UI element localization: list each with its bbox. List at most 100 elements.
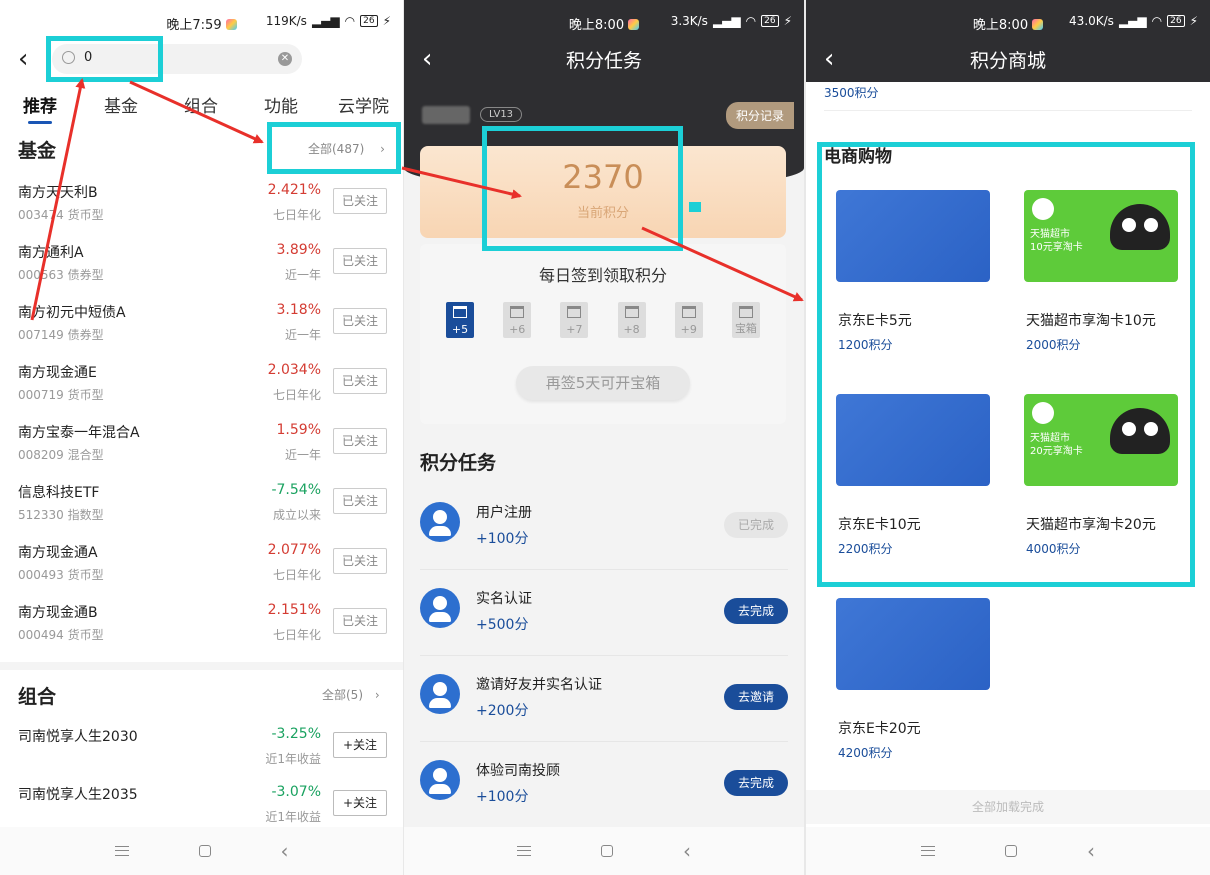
home-key-icon[interactable] <box>1005 845 1017 857</box>
sign-in-day: +5 <box>446 302 474 338</box>
nav-bar: ‹ 积分商城 <box>806 36 1210 82</box>
tab-features[interactable]: 功能 <box>264 92 298 117</box>
fund-return-period: 七日年化 <box>272 628 321 642</box>
tab-combos[interactable]: 组合 <box>184 92 218 117</box>
tab-indicator <box>28 121 52 124</box>
status-time: 晚上8:00 <box>568 18 625 33</box>
charging-icon: ⚡ <box>783 14 792 28</box>
tab-academy[interactable]: 云学院 <box>338 92 389 117</box>
wifi-icon: ◠ <box>745 14 757 28</box>
followed-button[interactable]: 已关注 <box>333 488 387 514</box>
followed-button[interactable]: 已关注 <box>333 548 387 574</box>
network-speed: 43.0K/s <box>1069 14 1114 28</box>
fund-return: 2.151% <box>267 602 321 618</box>
calendar-icon <box>453 306 467 318</box>
day-reward: +9 <box>680 323 697 336</box>
fund-row[interactable]: 南方宝泰一年混合A 008209 混合型 1.59% 近一年 已关注 <box>0 422 403 482</box>
day-reward: +8 <box>623 323 640 336</box>
wifi-icon: ◠ <box>344 14 356 28</box>
highlight-search-box <box>46 36 163 82</box>
fund-return: 1.59% <box>276 422 321 438</box>
user-task-icon <box>420 674 460 714</box>
fund-row[interactable]: 南方现金通B 000494 货币型 2.151% 七日年化 已关注 <box>0 602 403 662</box>
task-row: 用户注册 +100分 已完成 <box>420 484 788 570</box>
followed-button[interactable]: 已关注 <box>333 188 387 214</box>
fund-name: 南方宝泰一年混合A <box>18 425 140 441</box>
combo-name: 司南悦享人生2030 <box>18 729 138 745</box>
combo-name: 司南悦享人生2035 <box>18 787 138 803</box>
page-title: 积分商城 <box>969 50 1046 72</box>
gallery-icon <box>1032 19 1044 30</box>
clear-icon[interactable]: ✕ <box>278 52 292 66</box>
day-reward: +6 <box>509 323 526 336</box>
product-card[interactable]: 京东E卡20元 4200积分 <box>824 592 1004 792</box>
task-name: 邀请好友并实名认证 <box>476 677 602 693</box>
fund-return-period: 七日年化 <box>272 388 321 402</box>
sign-in-button[interactable]: 再签5天可开宝箱 <box>516 366 690 400</box>
fund-row[interactable]: 南方初元中短债A 007149 债券型 3.18% 近一年 已关注 <box>0 302 403 362</box>
back-key-icon[interactable]: ‹ <box>281 841 289 861</box>
menu-key-icon[interactable] <box>517 846 531 856</box>
fund-row[interactable]: 南方现金通E 000719 货币型 2.034% 七日年化 已关注 <box>0 362 403 422</box>
home-key-icon[interactable] <box>601 845 613 857</box>
fund-code: 000493 货币型 <box>18 568 104 582</box>
all-loaded-text: 全部加载完成 <box>806 790 1210 824</box>
user-task-icon <box>420 502 460 542</box>
task-name: 体验司南投顾 <box>476 763 560 779</box>
tab-recommend[interactable]: 推荐 <box>23 92 57 117</box>
fund-return: 2.077% <box>267 542 321 558</box>
task-action-button[interactable]: 去完成 <box>724 770 788 796</box>
followed-button[interactable]: 已关注 <box>333 368 387 394</box>
sign-in-card: 每日签到领取积分 +5 +6 +7 +8 +9 宝箱 再签5天可开宝箱 <box>420 244 786 424</box>
gallery-icon <box>225 19 237 30</box>
combo-return: -3.07% <box>271 784 321 800</box>
followed-button[interactable]: 已关注 <box>333 248 387 274</box>
fund-return: -7.54% <box>271 482 321 498</box>
fund-name: 南方现金通E <box>18 365 97 381</box>
highlight-marker <box>689 202 701 212</box>
fund-return-period: 近一年 <box>284 448 321 462</box>
username-blurred <box>422 106 470 124</box>
network-speed: 119K/s <box>265 14 307 28</box>
highlight-all-funds-box <box>267 122 401 174</box>
combo-return-period: 近1年收益 <box>265 810 321 824</box>
back-key-icon[interactable]: ‹ <box>683 841 691 861</box>
tab-funds[interactable]: 基金 <box>104 92 138 117</box>
product-name: 京东E卡20元 <box>838 721 921 737</box>
fund-row[interactable]: 信息科技ETF 512330 指数型 -7.54% 成立以来 已关注 <box>0 482 403 542</box>
fund-return-period: 近一年 <box>284 268 321 282</box>
fund-return: 2.421% <box>267 182 321 198</box>
combo-row[interactable]: 司南悦享人生2030 -3.25% 近1年收益 +关注 <box>0 726 403 786</box>
highlight-points-box <box>482 126 683 251</box>
menu-key-icon[interactable] <box>114 846 129 856</box>
task-row: 邀请好友并实名认证 +200分 去邀请 <box>420 656 788 742</box>
task-points: +200分 <box>476 703 529 719</box>
points-record-button[interactable]: 积分记录 <box>725 102 794 129</box>
fund-return: 2.034% <box>267 362 321 378</box>
day-reward: +5 <box>451 323 469 336</box>
sign-in-day: +9 <box>674 302 703 338</box>
home-key-icon[interactable] <box>198 845 211 857</box>
task-row: 体验司南投顾 +100分 去完成 <box>420 742 788 828</box>
battery-icon: 26 <box>1167 15 1185 27</box>
follow-button[interactable]: +关注 <box>333 732 387 758</box>
charging-icon: ⚡ <box>1189 14 1198 28</box>
followed-button[interactable]: 已关注 <box>333 428 387 454</box>
sign-in-day: +7 <box>560 302 589 338</box>
fund-row[interactable]: 南方现金通A 000493 货币型 2.077% 七日年化 已关注 <box>0 542 403 602</box>
signal-icon: ▂▄▆ <box>311 14 340 28</box>
task-name: 用户注册 <box>476 505 532 521</box>
follow-button[interactable]: +关注 <box>333 790 387 816</box>
combos-view-all[interactable]: 全部(5) › <box>322 686 380 703</box>
back-arrow-icon[interactable]: ‹ <box>18 46 32 72</box>
fund-code: 000563 债券型 <box>18 268 104 282</box>
fund-row[interactable]: 南方通利A 000563 债券型 3.89% 近一年 已关注 <box>0 242 403 302</box>
fund-code: 512330 指数型 <box>18 508 104 522</box>
back-key-icon[interactable]: ‹ <box>1087 841 1095 861</box>
fund-row[interactable]: 南方天天利B 003474 货币型 2.421% 七日年化 已关注 <box>0 182 403 242</box>
followed-button[interactable]: 已关注 <box>333 308 387 334</box>
followed-button[interactable]: 已关注 <box>333 608 387 634</box>
task-action-button[interactable]: 去邀请 <box>724 684 788 710</box>
menu-key-icon[interactable] <box>921 846 935 856</box>
task-action-button[interactable]: 去完成 <box>724 598 788 624</box>
